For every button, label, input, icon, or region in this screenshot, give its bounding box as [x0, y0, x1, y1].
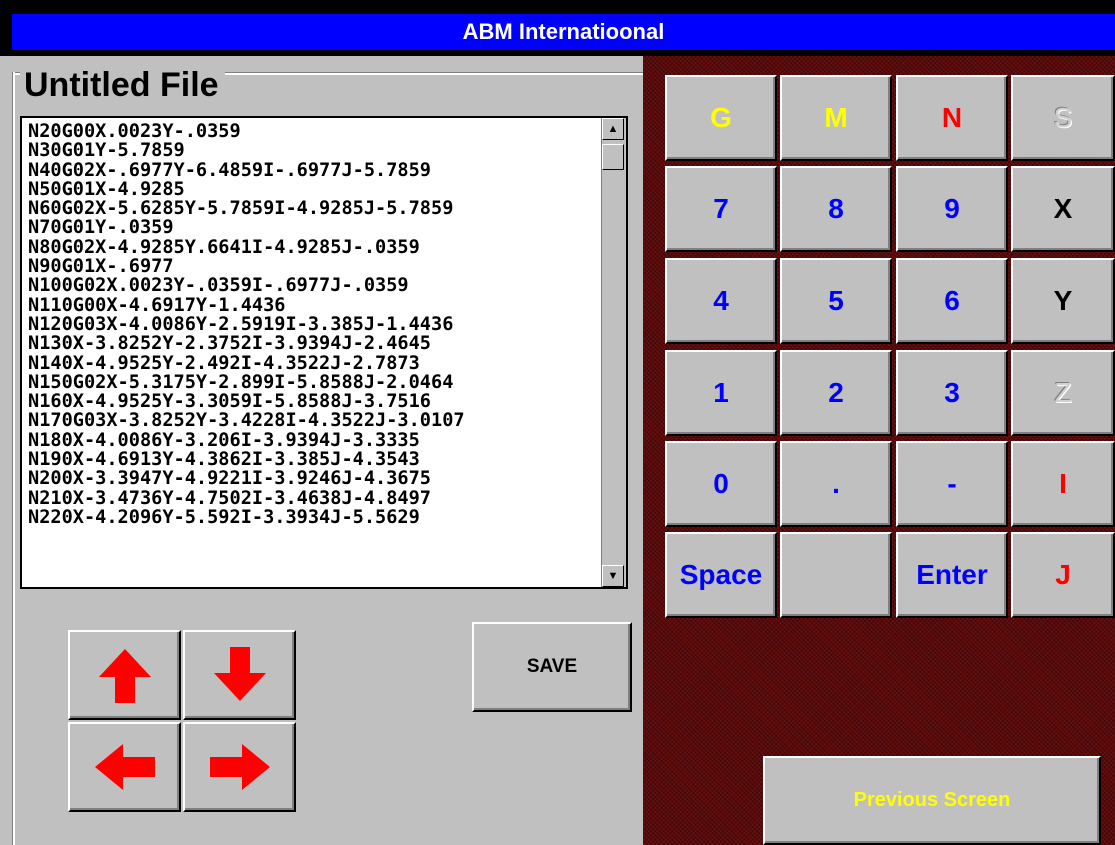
- scroll-down-button[interactable]: ▼: [602, 565, 624, 587]
- arrow-right-icon: [209, 744, 270, 790]
- gcode-editor[interactable]: N20G00X.0023Y-.0359 N30G01Y-5.7859 N40G02X…: [20, 116, 628, 589]
- code-line: N50G01X-4.9285: [28, 178, 185, 200]
- cursor-right-button[interactable]: [183, 722, 296, 812]
- groupbox-left-border: [12, 72, 15, 845]
- key-label: I: [1059, 468, 1067, 499]
- code-line: N130X-3.8252Y-2.3752I-3.9394J-2.4645: [28, 333, 431, 355]
- key-6[interactable]: 6: [896, 258, 1008, 344]
- key-0[interactable]: 0: [665, 441, 777, 527]
- save-button[interactable]: SAVE: [472, 622, 632, 712]
- key-label: J: [1055, 559, 1071, 590]
- code-line: N190X-4.6913Y-4.3862I-3.385J-4.3543: [28, 449, 420, 471]
- key-label: 6: [944, 285, 960, 316]
- code-line: N100G02X.0023Y-.0359I-.6977J-.0359: [28, 275, 409, 297]
- key-5[interactable]: 5: [780, 258, 892, 344]
- key-label: 2: [828, 377, 844, 408]
- scroll-thumb[interactable]: [602, 144, 624, 170]
- code-line: N30G01Y-5.7859: [28, 140, 185, 162]
- key-7[interactable]: 7: [665, 166, 777, 252]
- title-bar: ABM Internatioonal: [0, 0, 1115, 56]
- key-dot[interactable]: .: [780, 441, 892, 527]
- code-line: N140X-4.9525Y-2.492I-4.3522J-2.7873: [28, 352, 420, 374]
- key-label: 1: [713, 377, 729, 408]
- code-line: N20G00X.0023Y-.0359: [28, 122, 241, 142]
- scroll-up-icon: ▲: [607, 123, 619, 135]
- code-line: N120G03X-4.0086Y-2.5919I-3.385J-1.4436: [28, 313, 454, 335]
- key-enter[interactable]: Enter: [896, 532, 1008, 618]
- scroll-down-icon: ▼: [607, 570, 619, 582]
- code-line: N170G03X-3.8252Y-3.4228I-4.3522J-3.0107: [28, 410, 465, 432]
- key-label: S: [1053, 102, 1073, 133]
- key-minus[interactable]: -: [896, 441, 1008, 527]
- arrow-up-icon: [98, 649, 151, 703]
- key-label: 4: [713, 285, 729, 316]
- vertical-scrollbar[interactable]: ▲ ▼: [601, 118, 626, 587]
- key-label: 9: [944, 193, 960, 224]
- cursor-down-button[interactable]: [183, 630, 296, 720]
- code-line: N110G00X-4.6917Y-1.4436: [28, 294, 286, 316]
- key-4[interactable]: 4: [665, 258, 777, 344]
- key-m[interactable]: M: [780, 75, 892, 161]
- arrow-down-icon: [213, 647, 266, 701]
- key-label: N: [941, 102, 963, 133]
- code-line: N210X-3.4736Y-4.7502I-3.4638J-4.8497: [28, 487, 431, 509]
- key-g[interactable]: G: [665, 75, 777, 161]
- code-line: N220X-4.2096Y-5.592I-3.3934J-5.5629: [28, 506, 420, 528]
- code-line: N70G01Y-.0359: [28, 217, 174, 239]
- code-line: N90G01X-.6977: [28, 256, 174, 278]
- key-label: 3: [944, 377, 960, 408]
- file-title: Untitled File: [20, 66, 225, 104]
- key-8[interactable]: 8: [780, 166, 892, 252]
- save-label: SAVE: [526, 656, 578, 677]
- key-label: -: [947, 468, 957, 499]
- key-1[interactable]: 1: [665, 350, 777, 436]
- cursor-up-button[interactable]: [68, 630, 181, 720]
- key-label: 7: [713, 193, 729, 224]
- key-9[interactable]: 9: [896, 166, 1008, 252]
- window-title: ABM Internatioonal: [12, 14, 1115, 50]
- key-label: 0: [713, 468, 729, 499]
- key-z[interactable]: Z: [1011, 350, 1115, 436]
- key-label: 8: [828, 193, 844, 224]
- key-label: Z: [1054, 377, 1072, 408]
- code-line: N200X-3.3947Y-4.9221I-3.9246J-4.3675: [28, 468, 431, 490]
- key-3[interactable]: 3: [896, 350, 1008, 436]
- key-label: G: [710, 102, 732, 133]
- code-line: N150G02X-5.3175Y-2.899I-5.8588J-2.0464: [28, 371, 454, 393]
- code-line: N60G02X-5.6285Y-5.7859I-4.9285J-5.7859: [28, 198, 454, 220]
- code-line: N180X-4.0086Y-3.206I-3.9394J-3.3335: [28, 429, 420, 451]
- code-line: N40G02X-.6977Y-6.4859I-.6977J-5.7859: [28, 159, 431, 181]
- code-line: N160X-4.9525Y-3.3059I-5.8588J-3.7516: [28, 391, 431, 413]
- key-label: .: [832, 468, 840, 499]
- scroll-up-button[interactable]: ▲: [602, 118, 624, 140]
- arrow-left-icon: [94, 744, 155, 790]
- key-label: X: [1053, 193, 1073, 224]
- key-j[interactable]: J: [1011, 532, 1115, 618]
- previous-screen-button[interactable]: Previous Screen: [763, 756, 1101, 845]
- cursor-left-button[interactable]: [68, 722, 181, 812]
- key-blank[interactable]: [780, 532, 892, 618]
- key-label: Y: [1053, 285, 1073, 316]
- code-line: N80G02X-4.9285Y.6641I-4.9285J-.0359: [28, 236, 420, 258]
- key-y[interactable]: Y: [1011, 258, 1115, 344]
- key-label: Space: [679, 559, 763, 590]
- key-2[interactable]: 2: [780, 350, 892, 436]
- key-x[interactable]: X: [1011, 166, 1115, 252]
- key-label: Enter: [916, 559, 988, 590]
- key-s[interactable]: S: [1011, 75, 1115, 161]
- key-label: 5: [828, 285, 844, 316]
- key-n[interactable]: N: [896, 75, 1008, 161]
- key-i[interactable]: I: [1011, 441, 1115, 527]
- key-label: M: [824, 102, 848, 133]
- key-space[interactable]: Space: [665, 532, 777, 618]
- gcode-text[interactable]: N20G00X.0023Y-.0359 N30G01Y-5.7859 N40G02X…: [28, 122, 598, 582]
- previous-screen-label: Previous Screen: [853, 789, 1011, 811]
